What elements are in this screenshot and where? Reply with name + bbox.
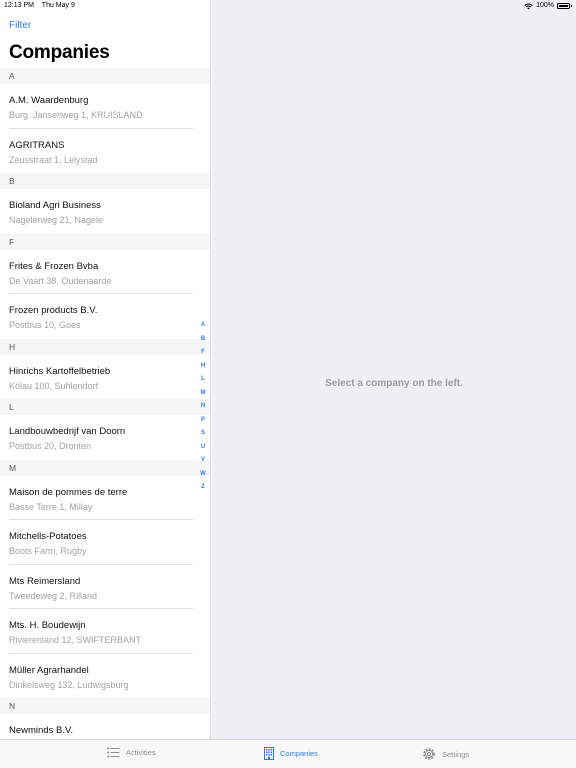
building-icon	[264, 747, 274, 760]
company-row[interactable]: Hinrichs Kartoffelbetrieb Kölau 100, Suhl…	[0, 355, 210, 400]
section-header: F	[0, 233, 210, 250]
index-letter[interactable]: P	[197, 414, 209, 428]
company-address: Basse Terre 1, Millay	[9, 501, 93, 512]
company-address: Postbus 20, Dronten	[9, 441, 92, 451]
section-header: A	[0, 68, 210, 84]
list-icon	[107, 747, 120, 758]
company-address: Rivierenland 12, SWIFTERBANT	[9, 635, 142, 645]
index-letter[interactable]: W	[197, 468, 209, 482]
company-row[interactable]: A.M. Waardenburg Burg. Jansenweg 1, KRUIS…	[0, 84, 210, 129]
wifi-icon	[524, 3, 533, 9]
index-letter[interactable]: N	[197, 400, 209, 414]
company-row[interactable]: AGRITRANS Zeusstraat 1, Lelystad	[0, 129, 210, 174]
company-row[interactable]: Maison de pommes de terre Basse Terre 1, …	[0, 476, 210, 520]
index-letter[interactable]: H	[197, 360, 209, 374]
company-address: Zeusstraat 1, Lelystad	[9, 154, 98, 165]
company-row[interactable]: Frozen products B.V. Postbus 10, Goes	[0, 294, 210, 339]
company-row[interactable]: Mts Reimersland Tweedeweg 2, Rilland	[0, 565, 210, 609]
company-name: Müller Agrarhandel	[9, 664, 89, 676]
battery-percent: 100%	[536, 2, 554, 9]
company-address: Tweedeweg 2, Rilland	[9, 590, 98, 601]
company-name: Landbouwbedrijf van Doorn	[9, 426, 126, 437]
gear-icon	[423, 748, 435, 760]
index-letter[interactable]: L	[197, 373, 209, 387]
tab-activities-label: Activities	[126, 748, 156, 757]
status-bar: 12:13 PM Thu May 9 100%	[0, 0, 576, 12]
status-time: 12:13 PM	[4, 2, 34, 9]
battery-icon	[557, 3, 572, 9]
filter-button[interactable]: Filter	[9, 20, 31, 31]
index-letter[interactable]: Z	[197, 481, 209, 495]
status-date: Thu May 9	[41, 2, 75, 9]
company-name: Mitchells-Potatoes	[9, 531, 87, 542]
company-address: Nagelerweg 21, Nagele	[9, 215, 104, 225]
tab-companies[interactable]: Companies	[264, 747, 318, 760]
section-header: L	[0, 399, 210, 415]
company-address: De Vaart 38, Oudenaarde	[9, 275, 112, 286]
index-letter[interactable]: F	[197, 346, 209, 360]
company-name: Mts. H. Boudewijn	[9, 620, 86, 631]
index-letter[interactable]: S	[197, 427, 209, 441]
company-address: Boots Farm, Rugby	[9, 546, 87, 556]
index-letter[interactable]: A	[197, 319, 209, 333]
company-name: A.M. Waardenburg	[9, 95, 89, 106]
company-name: Hinrichs Kartoffelbetrieb	[9, 365, 111, 377]
company-row[interactable]: Landbouwbedrijf van Doorn Postbus 20, Dro…	[0, 415, 210, 460]
company-name: AGRITRANS	[9, 139, 65, 151]
page-title: Companies	[9, 42, 110, 63]
company-row[interactable]: Frites & Frozen Bvba De Vaart 38, Oudenaa…	[0, 250, 210, 294]
section-header: N	[0, 698, 210, 714]
section-index[interactable]: ABFHLMNPSUVWZ	[197, 319, 209, 495]
tab-bar: Activities Companies Settings	[0, 739, 576, 768]
company-name: Mts Reimersland	[9, 575, 81, 587]
company-name: Frites & Frozen Bvba	[9, 260, 99, 272]
company-name: Frozen products B.V.	[9, 305, 98, 316]
index-letter[interactable]: U	[197, 441, 209, 455]
company-row[interactable]: Newminds B.V.	[0, 714, 210, 739]
index-letter[interactable]: M	[197, 387, 209, 401]
master-pane: Filter Companies A A.M. Waardenburg Burg. …	[0, 0, 211, 739]
company-row[interactable]: Mts. H. Boudewijn Rivierenland 12, SWIFTE…	[0, 609, 210, 654]
tab-settings[interactable]: Settings	[422, 747, 469, 761]
company-list: A A.M. Waardenburg Burg. Jansenweg 1, KRUI…	[0, 68, 210, 739]
detail-placeholder: Select a company on the left.	[325, 378, 463, 389]
company-name: Bioland Agri Business	[9, 200, 101, 211]
company-name: Newminds B.V.	[9, 725, 74, 736]
tab-companies-label: Companies	[280, 749, 318, 758]
company-row[interactable]: Mitchells-Potatoes Boots Farm, Rugby	[0, 520, 210, 565]
tab-activities[interactable]: Activities	[107, 747, 156, 758]
section-header: B	[0, 173, 210, 189]
company-name: Maison de pommes de terre	[9, 486, 128, 498]
index-letter[interactable]: V	[197, 454, 209, 468]
company-address: Kölau 100, Suhlendorf	[9, 380, 99, 391]
company-address: Burg. Jansenweg 1, KRUISLAND	[9, 110, 143, 120]
company-row[interactable]: Bioland Agri Business Nagelerweg 21, Nage…	[0, 189, 210, 234]
section-header: M	[0, 459, 210, 476]
company-row[interactable]: Müller Agrarhandel Dinkelsweg 132, Ludwig…	[0, 654, 210, 699]
index-letter[interactable]: B	[197, 333, 209, 347]
tab-settings-label: Settings	[442, 749, 470, 759]
detail-pane: Select a company on the left.	[212, 0, 576, 739]
company-address: Dinkelsweg 132, Ludwigsburg	[9, 679, 129, 690]
section-header: H	[0, 338, 210, 355]
company-address: Postbus 10, Goes	[9, 320, 81, 330]
